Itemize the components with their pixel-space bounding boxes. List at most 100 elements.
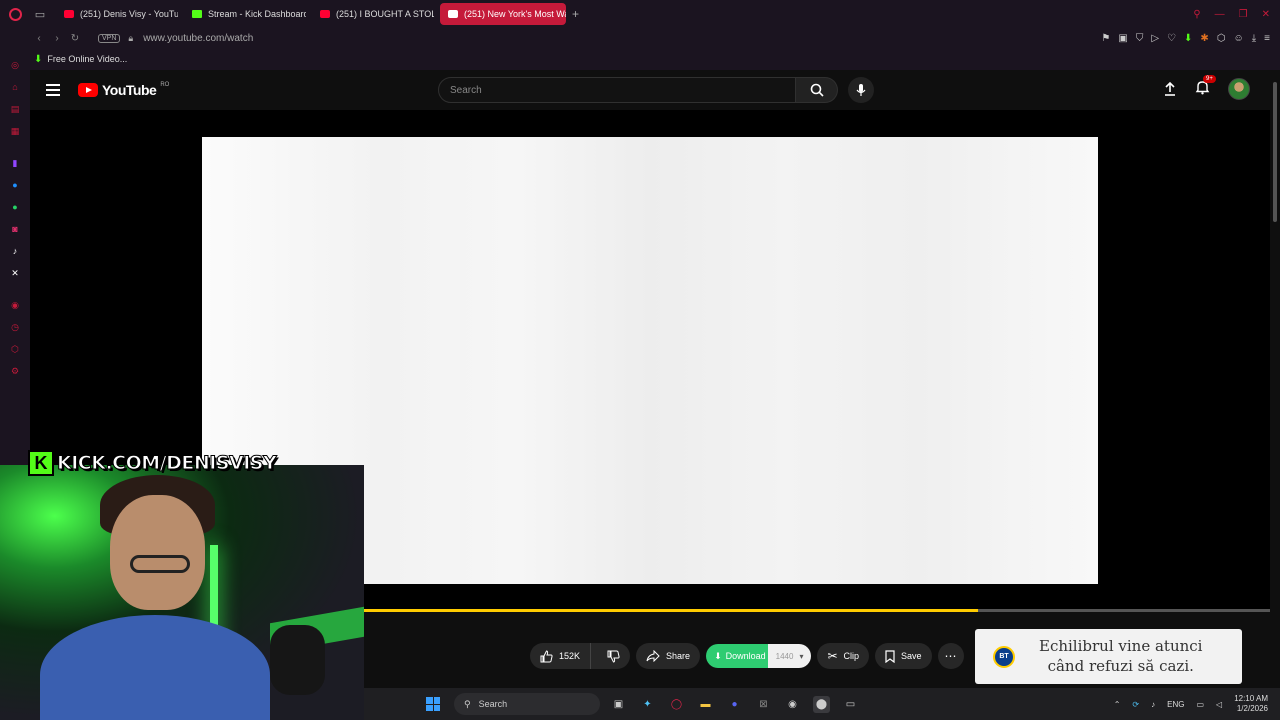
- youtube-icon: [64, 10, 74, 18]
- terminal-icon[interactable]: ▭: [842, 696, 859, 713]
- steam-icon[interactable]: ⬤: [813, 695, 830, 713]
- video-progress-bar[interactable]: [364, 609, 1270, 612]
- url-field[interactable]: www.youtube.com/watch: [143, 33, 253, 44]
- taskbar-search[interactable]: ⚲ Search: [454, 693, 600, 715]
- youtube-icon: [448, 10, 458, 18]
- player-icon[interactable]: ◉: [8, 298, 22, 312]
- whatsapp-icon[interactable]: ●: [8, 200, 22, 214]
- crypto-wallet-icon[interactable]: ⌂: [8, 80, 22, 94]
- menu-icon[interactable]: ≡: [1264, 33, 1270, 44]
- youtube-logo[interactable]: YouTube RO: [78, 82, 169, 98]
- scissors-icon: ✂: [827, 649, 838, 663]
- back-icon[interactable]: ‹: [30, 33, 48, 44]
- aria-icon[interactable]: ◎: [8, 58, 22, 72]
- streamer-glasses: [130, 555, 190, 573]
- opera-logo-icon[interactable]: [0, 0, 30, 28]
- volume-icon[interactable]: ◁: [1216, 700, 1222, 709]
- new-tab-button[interactable]: +: [572, 7, 579, 21]
- clip-button[interactable]: ✂ Clip: [817, 643, 870, 669]
- hamburger-menu-icon[interactable]: [46, 84, 60, 96]
- tab-label: (251) Denis Visy - YouTube: [80, 9, 178, 19]
- tab-label: (251) New York's Most Wa: [464, 9, 566, 19]
- search-input[interactable]: [438, 77, 796, 103]
- extensions-sidebar-icon[interactable]: ⬡: [8, 342, 22, 356]
- page-scrollbar[interactable]: [1270, 70, 1280, 690]
- save-button[interactable]: Save: [875, 643, 932, 669]
- voice-search-button[interactable]: [848, 77, 874, 103]
- discord-icon[interactable]: ●: [726, 696, 743, 713]
- network-icon[interactable]: ▭: [1196, 700, 1204, 709]
- pin-icon[interactable]: ⚑: [1101, 33, 1110, 44]
- tiktok-icon[interactable]: ♪: [8, 244, 22, 258]
- system-clock[interactable]: 12:10 AM 1/2/2026: [1234, 694, 1268, 715]
- bookmark-free-online-video[interactable]: Free Online Video...: [47, 54, 127, 64]
- maximize-icon[interactable]: ❐: [1239, 9, 1248, 20]
- extension-icon[interactable]: ✱: [1200, 33, 1208, 44]
- tab-stolen-video[interactable]: (251) I BOUGHT A STOLE: [312, 3, 434, 25]
- system-tray: ⌃ ⟳ ♪ ENG ▭ ◁ 12:10 AM 1/2/2026: [1114, 694, 1280, 715]
- history-icon[interactable]: ◷: [8, 320, 22, 334]
- download-quality-value: 1440: [775, 651, 794, 661]
- like-button[interactable]: 152K: [540, 643, 592, 669]
- instagram-icon[interactable]: ◙: [8, 222, 22, 236]
- tab-denis-visy-youtube[interactable]: (251) Denis Visy - YouTube: [56, 3, 178, 25]
- upload-icon[interactable]: [1163, 81, 1177, 97]
- x-icon[interactable]: ✕: [8, 266, 22, 280]
- minimize-icon[interactable]: —: [1215, 9, 1225, 20]
- search-button[interactable]: [796, 77, 838, 103]
- reload-icon[interactable]: ↻: [66, 33, 84, 44]
- download-button[interactable]: ⬇ Download: [706, 644, 774, 668]
- opera-icon[interactable]: ◯: [668, 696, 685, 713]
- puzzle-icon[interactable]: ⬡: [1217, 33, 1226, 44]
- tab-menu-icon[interactable]: ▭: [30, 8, 50, 21]
- download-quality-select[interactable]: 1440 ▾: [767, 644, 812, 668]
- lock-icon[interactable]: 🔒︎: [128, 33, 133, 44]
- snapshot-icon[interactable]: ▣: [1118, 33, 1127, 44]
- more-actions-button[interactable]: ⋯: [937, 643, 964, 669]
- country-code: RO: [160, 82, 170, 88]
- vpn-badge[interactable]: VPN: [98, 33, 121, 43]
- heart-icon[interactable]: ♡: [1167, 33, 1176, 44]
- downloads-icon[interactable]: ⤓: [1252, 33, 1256, 44]
- notifications-button[interactable]: 9+: [1195, 74, 1216, 100]
- extension-icons: ⚑ ▣ ⛉ ▷ ♡ ⬇ ✱ ⬡ ☺ ⤓ ≡: [1101, 33, 1280, 44]
- task-view-icon[interactable]: ▣: [610, 696, 627, 713]
- copilot-icon[interactable]: ✦: [639, 696, 656, 713]
- avatar[interactable]: [1228, 78, 1250, 100]
- settings-icon[interactable]: ⚙: [8, 364, 22, 378]
- language-indicator[interactable]: ENG: [1167, 700, 1184, 709]
- video-progress-fill: [364, 609, 979, 612]
- kick-logo: K: [28, 450, 54, 476]
- share-button[interactable]: Share: [636, 643, 701, 669]
- shield-icon[interactable]: ⛉: [1136, 33, 1144, 44]
- youtube-header: YouTube RO 9+: [30, 70, 1270, 110]
- search-icon: ⚲: [464, 698, 471, 709]
- search-tabs-icon[interactable]: ⚲: [1193, 9, 1200, 20]
- play-icon[interactable]: ▷: [1151, 33, 1159, 44]
- sync-icon[interactable]: ⟳: [1132, 700, 1139, 709]
- scrollbar-thumb[interactable]: [1273, 82, 1277, 222]
- messenger-box-icon[interactable]: ▤: [8, 102, 22, 116]
- close-icon[interactable]: ✕: [1262, 9, 1270, 20]
- messenger-icon[interactable]: ●: [8, 178, 22, 192]
- tab-kick-dashboard[interactable]: Stream - Kick Dashboard: [184, 3, 306, 25]
- windows-start-icon[interactable]: [426, 697, 440, 711]
- profile-icon[interactable]: ☺: [1234, 33, 1244, 44]
- browser-tab-bar: ▭ (251) Denis Visy - YouTube Stream - Ki…: [0, 0, 1280, 28]
- music-icon[interactable]: ▦: [8, 124, 22, 138]
- twitch-icon[interactable]: ▮: [8, 156, 22, 170]
- search-icon: [810, 83, 824, 97]
- obs-icon[interactable]: ◉: [784, 696, 801, 713]
- sponsored-ad[interactable]: BT Echilibrul vine atunci când refuzi să…: [975, 629, 1242, 684]
- file-explorer-icon[interactable]: ▬: [697, 696, 714, 713]
- ad-line-1: Echilibrul vine atunci: [1039, 637, 1203, 655]
- dislike-button[interactable]: [597, 643, 630, 669]
- chevron-up-icon[interactable]: ⌃: [1114, 700, 1121, 709]
- excel-icon[interactable]: ⊠: [755, 696, 772, 713]
- tab-new-york-video[interactable]: (251) New York's Most Wa: [440, 3, 566, 25]
- thumbs-up-icon: [540, 649, 553, 662]
- download-arrow-icon[interactable]: ⬇: [1184, 33, 1192, 44]
- forward-icon[interactable]: ›: [48, 33, 66, 44]
- microphone-icon[interactable]: ♪: [1151, 700, 1155, 709]
- like-count: 152K: [559, 651, 581, 661]
